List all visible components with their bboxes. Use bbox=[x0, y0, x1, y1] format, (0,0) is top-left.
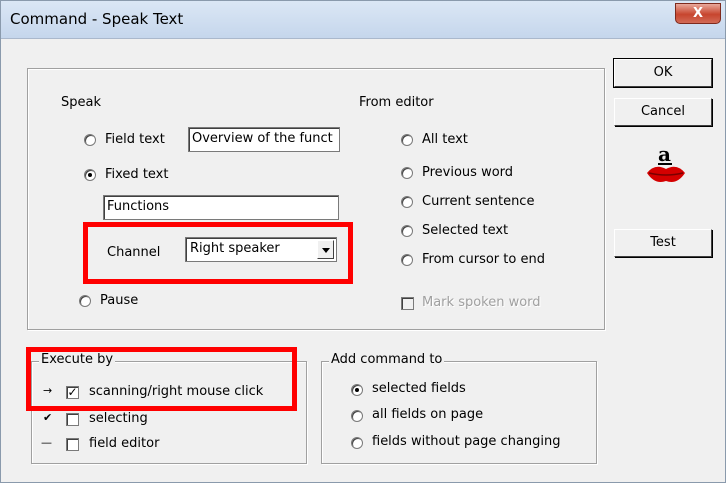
fields-without-page-changing-radio[interactable] bbox=[351, 437, 363, 449]
mark-spoken-word-label[interactable]: Mark spoken word bbox=[422, 295, 541, 310]
previous-word-radio[interactable] bbox=[401, 167, 413, 179]
from-cursor-label[interactable]: From cursor to end bbox=[422, 252, 545, 267]
field-text-input[interactable]: Overview of the funct bbox=[188, 127, 340, 152]
selected-fields-label[interactable]: selected fields bbox=[372, 381, 466, 396]
current-sentence-label[interactable]: Current sentence bbox=[422, 194, 534, 209]
field-editor-label[interactable]: field editor bbox=[89, 436, 159, 451]
all-fields-label[interactable]: all fields on page bbox=[372, 407, 483, 422]
fixed-text-label[interactable]: Fixed text bbox=[105, 167, 168, 182]
pause-label[interactable]: Pause bbox=[100, 293, 138, 308]
ok-button[interactable]: OK bbox=[613, 58, 713, 88]
cancel-label: Cancel bbox=[640, 104, 686, 119]
dialog-window: Command - Speak Text X Speak Field text … bbox=[0, 0, 726, 483]
window-title: Command - Speak Text bbox=[10, 10, 184, 28]
mouth-letter: a bbox=[658, 142, 671, 166]
mark-spoken-word-checkbox[interactable] bbox=[401, 297, 414, 310]
add-command-to-legend: Add command to bbox=[329, 352, 445, 367]
all-fields-radio[interactable] bbox=[351, 410, 363, 422]
close-button[interactable]: X bbox=[675, 3, 721, 24]
field-editor-checkbox[interactable] bbox=[66, 438, 79, 451]
checkmark-icon: ✔ bbox=[43, 411, 53, 424]
selecting-label[interactable]: selecting bbox=[89, 411, 148, 426]
from-editor-heading: From editor bbox=[359, 95, 434, 110]
field-text-label[interactable]: Field text bbox=[105, 132, 165, 147]
field-text-radio[interactable] bbox=[84, 134, 96, 146]
fields-without-page-changing-label[interactable]: fields without page changing bbox=[372, 434, 561, 449]
speaking-mouth-icon: a bbox=[645, 141, 687, 187]
previous-word-label[interactable]: Previous word bbox=[422, 165, 513, 180]
execute-by-highlight-box bbox=[26, 347, 297, 411]
all-text-radio[interactable] bbox=[401, 134, 413, 146]
ok-label: OK bbox=[653, 65, 673, 80]
pause-radio[interactable] bbox=[79, 295, 91, 307]
from-cursor-radio[interactable] bbox=[401, 254, 413, 266]
cancel-button[interactable]: Cancel bbox=[614, 98, 712, 126]
speak-heading: Speak bbox=[61, 95, 101, 110]
fixed-text-radio[interactable] bbox=[84, 169, 96, 181]
test-button[interactable]: Test bbox=[614, 229, 712, 257]
all-text-label[interactable]: All text bbox=[422, 132, 468, 147]
test-label: Test bbox=[650, 235, 676, 250]
selecting-checkbox[interactable] bbox=[66, 413, 79, 426]
current-sentence-radio[interactable] bbox=[401, 196, 413, 208]
close-icon: X bbox=[692, 6, 704, 21]
title-bar[interactable]: Command - Speak Text X bbox=[1, 1, 725, 39]
channel-highlight-box bbox=[83, 222, 353, 284]
selected-fields-radio[interactable] bbox=[351, 384, 363, 396]
selected-text-label[interactable]: Selected text bbox=[422, 223, 508, 238]
underscore-icon: — bbox=[41, 436, 52, 449]
selected-text-radio[interactable] bbox=[401, 225, 413, 237]
fixed-text-input[interactable]: Functions bbox=[103, 195, 339, 220]
